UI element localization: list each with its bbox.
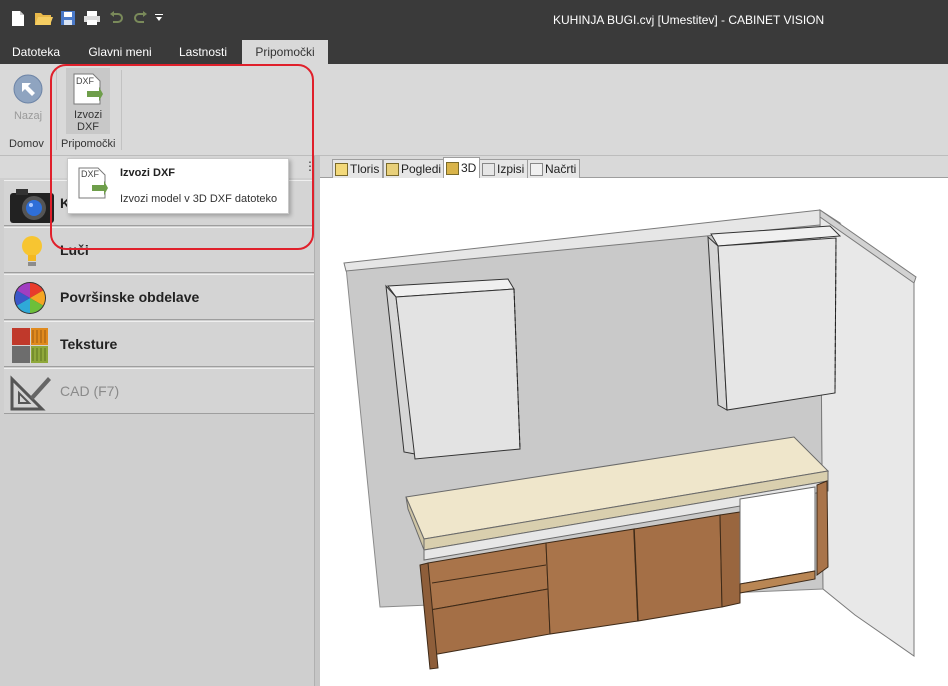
cabinet-vision-window: KUHINJA BUGI.cvj [Umestitev] - CABINET V…	[0, 0, 948, 686]
back-button-label: Nazaj	[13, 110, 43, 122]
view-tab-tloris[interactable]: Tloris	[332, 159, 384, 178]
color-wheel-icon	[10, 279, 50, 317]
ribbon-tab-bar: Datoteka Glavni meni Lastnosti Pripomočk…	[0, 40, 948, 64]
back-arrow-icon	[13, 74, 43, 104]
new-file-icon[interactable]	[10, 9, 26, 27]
undo-icon[interactable]	[108, 9, 124, 27]
panel-item-cad[interactable]: CAD (F7)	[4, 368, 314, 414]
cube-3d-icon	[446, 161, 459, 175]
drawings-icon	[530, 162, 543, 176]
panel-item-teksture[interactable]: Teksture	[4, 321, 314, 367]
window-title: KUHINJA BUGI.cvj [Umestitev] - CABINET V…	[553, 13, 825, 27]
viewport-3d[interactable]	[320, 179, 948, 686]
panel-item-povrsinske-obdelave-label: Površinske obdelave	[60, 289, 200, 305]
floor-plan-icon	[335, 162, 348, 176]
lightbulb-icon	[10, 232, 50, 270]
view-tab-bar: Tloris Pogledi 3D Izpisi Načrti	[320, 156, 948, 178]
document-area: Tloris Pogledi 3D Izpisi Načrti	[320, 156, 948, 686]
title-bar: KUHINJA BUGI.cvj [Umestitev] - CABINET V…	[0, 0, 948, 40]
view-tab-izpisi[interactable]: Izpisi	[479, 159, 529, 178]
open-folder-icon[interactable]	[34, 9, 54, 27]
tab-glavni-meni[interactable]: Glavni meni	[76, 40, 164, 64]
panel-item-povrsinske-obdelave[interactable]: Površinske obdelave	[4, 274, 314, 320]
tab-datoteka[interactable]: Datoteka	[0, 40, 72, 64]
elevation-views-icon	[386, 162, 399, 176]
camera-icon	[10, 185, 54, 223]
reports-icon	[482, 162, 495, 176]
redo-icon[interactable]	[133, 9, 149, 27]
tab-pripomocki[interactable]: Pripomočki	[242, 40, 328, 64]
panel-item-teksture-label: Teksture	[60, 336, 118, 352]
group-label-domov: Domov	[9, 138, 44, 150]
save-icon[interactable]	[60, 9, 76, 27]
kitchen-3d-model	[343, 209, 917, 670]
view-tab-pogledi[interactable]: Pogledi	[383, 159, 446, 178]
view-tab-nacrti[interactable]: Načrti	[527, 159, 581, 178]
customize-dropdown-icon[interactable]	[154, 9, 164, 27]
print-icon[interactable]	[83, 9, 101, 27]
tab-lastnosti[interactable]: Lastnosti	[166, 40, 240, 64]
view-tab-3d[interactable]: 3D	[443, 157, 481, 178]
textures-icon	[10, 326, 50, 364]
panel-item-cad-label: CAD (F7)	[60, 383, 120, 399]
back-button[interactable]: Nazaj	[6, 70, 50, 134]
cad-tools-icon	[10, 373, 51, 411]
highlight-annotation	[50, 64, 314, 250]
